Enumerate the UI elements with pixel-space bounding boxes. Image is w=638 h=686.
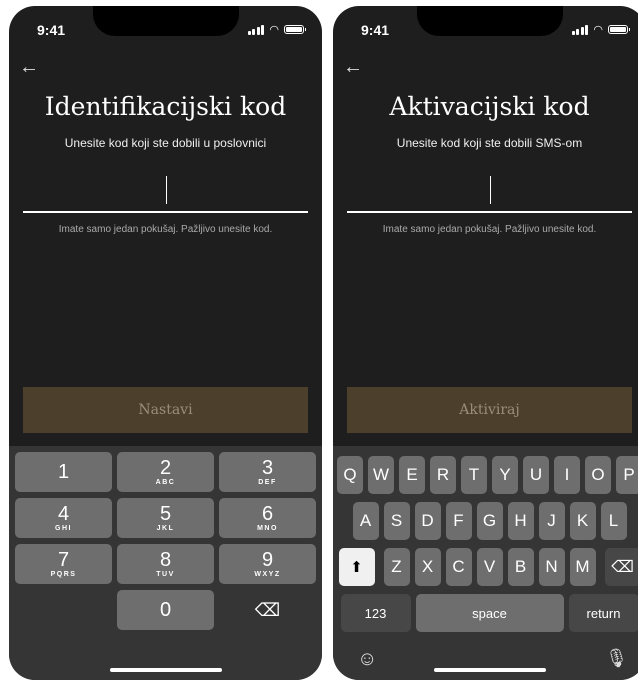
emoji-icon[interactable]: ☺ [357,648,377,671]
key-r[interactable]: R [430,456,456,494]
status-time: 9:41 [37,22,66,38]
signal-icon [247,24,265,35]
key-a[interactable]: A [352,502,379,540]
shift-icon[interactable]: ⬆ [338,548,375,586]
key-j[interactable]: J [538,502,565,540]
signal-icon [571,24,589,35]
key-e[interactable]: E [399,456,425,494]
key-t[interactable]: T [461,456,487,494]
key-v[interactable]: V [476,548,503,586]
key-z[interactable]: Z [383,548,410,586]
key-7[interactable]: 7 PQRS [15,544,112,584]
hint-text: Imate samo jedan pokušaj. Pažljivo unesi… [382,224,597,235]
code-input-field[interactable] [347,211,632,213]
notch [416,6,563,36]
key-u[interactable]: U [523,456,549,494]
phone-screen-activation: 9:41 ◠ ← Aktivacijski kod Unesite kod ko… [333,6,638,680]
key-5[interactable]: 5 JKL [117,498,214,538]
key-b[interactable]: B [507,548,534,586]
hint-text: Imate samo jedan pokušaj. Pažljivo unesi… [58,224,273,235]
page-subtitle: Unesite kod koji ste dobili SMS-om [396,136,583,150]
phone-screen-identification: 9:41 ◠ ← Identifikacijski kod Unesite ko… [9,6,322,680]
home-indicator [433,668,546,672]
page-title: Aktivacijski kod [389,92,590,121]
key-k[interactable]: K [569,502,596,540]
return-key[interactable]: return [568,594,638,632]
key-2[interactable]: 2 ABC [117,452,214,492]
key-o[interactable]: O [585,456,611,494]
page-title: Identifikacijski kod [44,92,287,121]
continue-button[interactable]: Nastavi [23,387,308,433]
key-6[interactable]: 6 MNO [219,498,316,538]
back-arrow-icon[interactable]: ← [19,56,39,79]
key-c[interactable]: C [445,548,472,586]
key-x[interactable]: X [414,548,441,586]
key-f[interactable]: F [445,502,472,540]
wifi-icon: ◠ [593,24,603,36]
key-d[interactable]: D [414,502,441,540]
key-q[interactable]: Q [337,456,363,494]
text-cursor [165,176,167,204]
page-subtitle: Unesite kod koji ste dobili u poslovnici [64,136,267,150]
activate-button[interactable]: Aktiviraj [347,387,632,433]
key-8[interactable]: 8 TUV [117,544,214,584]
battery-icon [608,25,630,34]
key-s[interactable]: S [383,502,410,540]
key-m[interactable]: M [569,548,596,586]
microphone-icon[interactable]: 🎙 [605,648,628,669]
key-p[interactable]: P [616,456,638,494]
qwerty-keyboard: QWERTYUIOP ASDFGHJKL ⬆ ZXCVBNM ⌫ 123 spa… [333,446,638,680]
key-i[interactable]: I [554,456,580,494]
key-l[interactable]: L [600,502,627,540]
key-y[interactable]: Y [492,456,518,494]
delete-key-icon[interactable]: ⌫ [604,548,638,586]
key-3[interactable]: 3 DEF [219,452,316,492]
wifi-icon: ◠ [269,24,279,36]
key-h[interactable]: H [507,502,534,540]
home-indicator [109,668,222,672]
status-time: 9:41 [361,22,390,38]
key-9[interactable]: 9 WXYZ [219,544,316,584]
key-4[interactable]: 4 GHI [15,498,112,538]
text-cursor [489,176,491,204]
backspace-icon[interactable]: ⌫ [219,590,316,630]
battery-icon [284,25,306,34]
numeric-keypad: 1 2 ABC 3 DEF 4 GHI 5 JKL 6 MNO 7 PQRS 8 TUV 9W… [9,446,322,680]
code-input-field[interactable] [23,211,308,213]
status-icons: ◠ [571,23,630,36]
key-empty [15,590,112,630]
numbers-key[interactable]: 123 [340,594,411,632]
key-n[interactable]: N [538,548,565,586]
back-arrow-icon[interactable]: ← [343,56,363,79]
key-1[interactable]: 1 [15,452,112,492]
key-0[interactable]: 0 [117,590,214,630]
space-key[interactable]: space [415,594,564,632]
status-icons: ◠ [247,23,306,36]
key-g[interactable]: G [476,502,503,540]
key-w[interactable]: W [368,456,394,494]
notch [92,6,239,36]
